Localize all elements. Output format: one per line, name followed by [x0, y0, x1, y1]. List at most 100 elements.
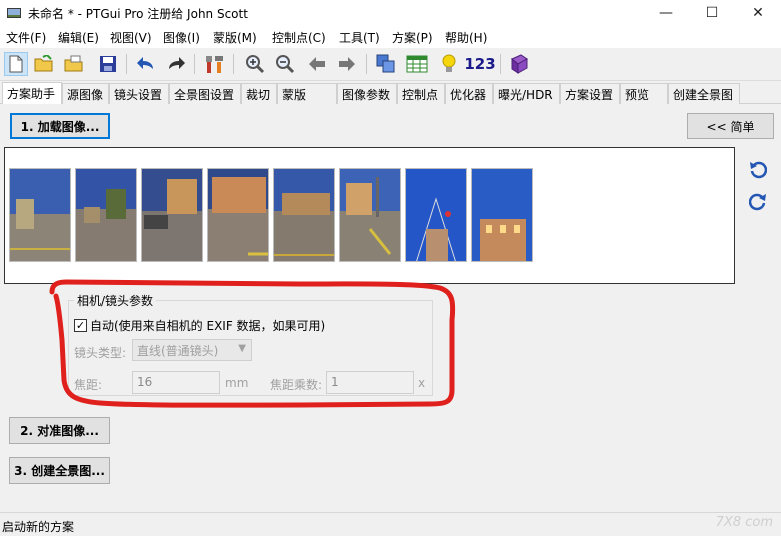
- zoom-out-icon: [276, 55, 295, 74]
- toolbar-separator: [366, 54, 367, 74]
- open-recent-button[interactable]: [62, 52, 86, 76]
- tab-project-settings[interactable]: 方案设置: [560, 83, 620, 104]
- focal-length-value: 16: [137, 375, 153, 389]
- focal-multiplier-input[interactable]: 1: [326, 371, 414, 394]
- toolbar-separator: [233, 54, 234, 74]
- checkmark-icon: ✓: [75, 319, 86, 332]
- image-thumbnail[interactable]: [471, 168, 533, 262]
- panorama-editor-button[interactable]: [374, 52, 398, 76]
- control-point-table-button[interactable]: [405, 52, 429, 76]
- lens-type-select[interactable]: 直线(普通镜头) ▼: [132, 339, 252, 361]
- tab-mask[interactable]: 蒙版: [277, 83, 337, 104]
- watermark: 7X8 com: [715, 515, 773, 530]
- status-bar: 启动新的方案 7X8 com: [0, 512, 781, 536]
- minimize-icon: —: [659, 5, 673, 21]
- auto-exif-checkbox-row[interactable]: ✓ 自动(使用来自相机的 EXIF 数据，如果可用): [74, 317, 325, 334]
- focal-length-label: 焦距:: [74, 378, 103, 392]
- menu-project[interactable]: 方案(P): [392, 29, 433, 46]
- menu-view[interactable]: 视图(V): [110, 29, 152, 46]
- toolbar-separator: [500, 54, 501, 74]
- tab-create-panorama[interactable]: 创建全景图: [668, 83, 740, 104]
- project-assistant-panel: 1. 加载图像... << 简单 相机/镜头参数 ✓ 自动(使用来自相机的 EX…: [0, 104, 781, 512]
- open-recent-icon: [64, 55, 83, 72]
- maximize-icon: ☐: [705, 5, 719, 21]
- focal-multiplier-label: 焦距乘数:: [270, 378, 323, 392]
- rotate-left-icon: [750, 161, 767, 179]
- zoom-out-button[interactable]: [273, 52, 297, 76]
- toolbar-separator: [126, 54, 127, 74]
- image-thumbnail[interactable]: [141, 168, 203, 262]
- zoom-in-button[interactable]: [243, 52, 267, 76]
- ptgui-window: 未命名 * - PTGui Pro 注册给 John Scott — ☐ ✕ 文…: [0, 0, 781, 536]
- image-thumbnail[interactable]: [207, 168, 269, 262]
- close-icon: ✕: [752, 5, 764, 21]
- focal-multiplier-value: 1: [331, 375, 339, 389]
- tab-source-images[interactable]: 源图像: [62, 83, 109, 104]
- undo-button[interactable]: [134, 52, 158, 76]
- tab-project-assistant[interactable]: 方案助手: [2, 82, 62, 105]
- tip-button[interactable]: [437, 52, 461, 76]
- menu-control-points[interactable]: 控制点(C): [272, 29, 326, 46]
- tab-panorama-settings[interactable]: 全景图设置: [169, 83, 241, 104]
- next-button[interactable]: [335, 52, 359, 76]
- tab-lens-settings[interactable]: 镜头设置: [109, 83, 169, 104]
- open-project-button[interactable]: [32, 52, 56, 76]
- menu-tools[interactable]: 工具(T): [339, 29, 380, 46]
- menu-file[interactable]: 文件(F): [6, 29, 46, 46]
- chevron-down-icon: ▼: [238, 343, 246, 354]
- menu-image[interactable]: 图像(I): [163, 29, 200, 46]
- focal-multiplier-unit: x: [418, 376, 426, 390]
- rotate-left-button[interactable]: [748, 160, 768, 180]
- tab-image-parameters[interactable]: 图像参数: [337, 83, 397, 104]
- lens-type-label: 镜头类型:: [74, 346, 127, 360]
- previous-button[interactable]: [305, 52, 329, 76]
- image-thumbnail-panel: [4, 147, 735, 284]
- help-book-icon: [511, 54, 528, 74]
- minimize-button[interactable]: —: [643, 0, 689, 26]
- window-title: 未命名 * - PTGui Pro 注册给 John Scott: [28, 7, 248, 21]
- redo-button[interactable]: [164, 52, 188, 76]
- focal-length-unit: mm: [225, 376, 249, 390]
- menu-edit[interactable]: 编辑(E): [58, 29, 99, 46]
- maximize-button[interactable]: ☐: [689, 0, 735, 26]
- new-project-button[interactable]: [4, 52, 28, 76]
- table-icon: [406, 55, 428, 73]
- focal-length-input[interactable]: 16: [132, 371, 220, 394]
- image-thumbnail[interactable]: [75, 168, 137, 262]
- tab-bar: 方案助手 源图像 镜头设置 全景图设置 裁切 蒙版 图像参数 控制点 优化器 曝…: [0, 82, 781, 105]
- image-thumbnail[interactable]: [339, 168, 401, 262]
- arrow-left-icon: [309, 57, 325, 71]
- tab-exposure-hdr[interactable]: 曝光/HDR: [493, 83, 560, 104]
- menu-mask[interactable]: 蒙版(M): [213, 29, 257, 46]
- save-button[interactable]: [96, 52, 120, 76]
- image-thumbnail[interactable]: [273, 168, 335, 262]
- create-panorama-button[interactable]: 3. 创建全景图...: [9, 457, 110, 484]
- tools-button[interactable]: [203, 52, 227, 76]
- auto-exif-checkbox[interactable]: ✓: [74, 319, 87, 332]
- tools-icon: [206, 56, 223, 73]
- help-book-button[interactable]: [507, 52, 531, 76]
- open-folder-icon: [34, 55, 53, 72]
- load-images-button[interactable]: 1. 加载图像...: [10, 113, 110, 139]
- simple-mode-button[interactable]: << 简单: [687, 113, 774, 139]
- rotate-right-icon: [749, 193, 766, 211]
- redo-icon: [169, 57, 185, 69]
- numbers-button[interactable]: 123: [464, 52, 496, 76]
- arrow-right-icon: [339, 57, 355, 71]
- tab-optimizer[interactable]: 优化器: [445, 83, 493, 104]
- tab-crop[interactable]: 裁切: [241, 83, 277, 104]
- rotate-right-button[interactable]: [748, 192, 768, 212]
- tab-preview[interactable]: 预览: [620, 83, 668, 104]
- menu-help[interactable]: 帮助(H): [445, 29, 487, 46]
- close-button[interactable]: ✕: [735, 0, 781, 26]
- image-thumbnail[interactable]: [405, 168, 467, 262]
- numbers-icon: 123: [464, 55, 496, 73]
- lens-type-value: 直线(普通镜头): [137, 344, 219, 358]
- camera-lens-group-title: 相机/镜头参数: [74, 292, 157, 309]
- menu-bar: 文件(F) 编辑(E) 视图(V) 图像(I) 蒙版(M) 控制点(C) 工具(…: [0, 26, 781, 48]
- lightbulb-icon: [442, 54, 456, 72]
- align-images-button[interactable]: 2. 对准图像...: [9, 417, 110, 444]
- tab-control-points[interactable]: 控制点: [397, 83, 445, 104]
- image-thumbnail[interactable]: [9, 168, 71, 262]
- new-document-icon: [9, 55, 23, 73]
